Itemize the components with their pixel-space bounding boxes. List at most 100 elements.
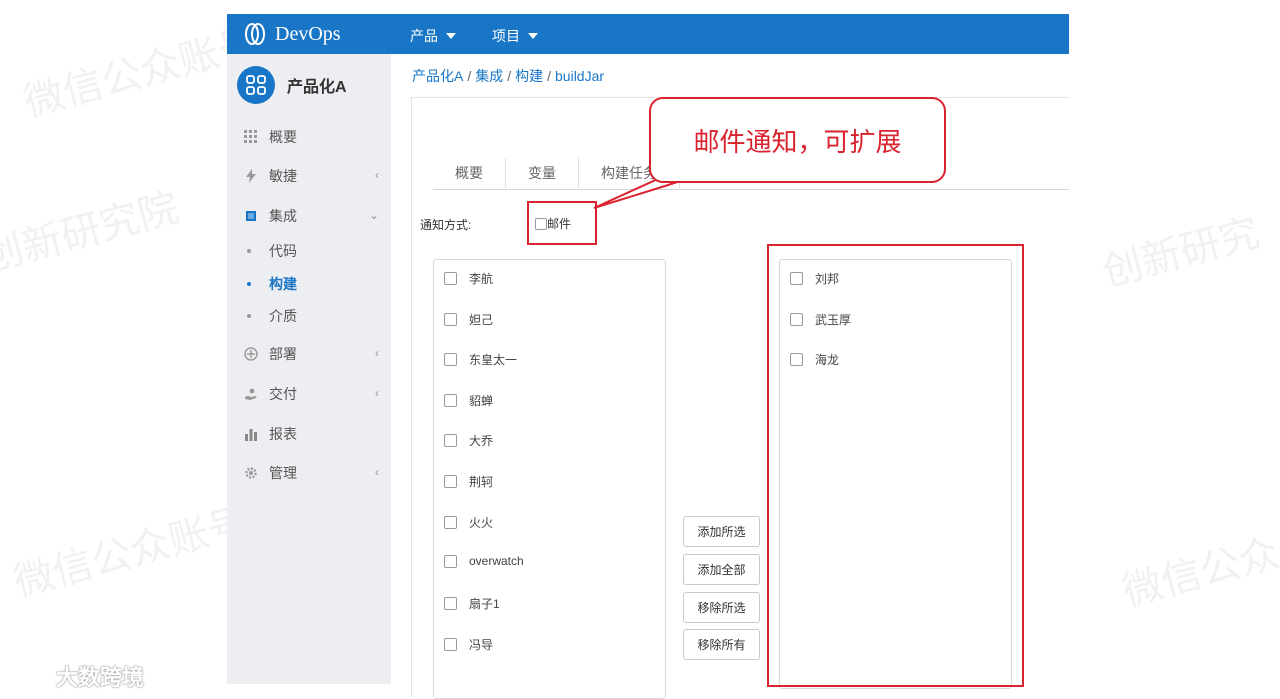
user-name: 李航 — [469, 272, 494, 286]
list-item[interactable]: overwatch — [444, 554, 524, 568]
project-avatar — [237, 66, 275, 104]
watermark-text: 微信公众账号 — [9, 500, 253, 606]
user-checkbox[interactable] — [444, 516, 457, 529]
add-selected-button[interactable]: 添加所选 — [683, 516, 760, 547]
sidebar-item-report[interactable]: 报表 — [243, 423, 383, 445]
tab-overview[interactable]: 概要 — [433, 158, 506, 188]
sidebar-item-label: 敏捷 — [269, 168, 297, 184]
app-title: DevOps — [275, 22, 341, 45]
breadcrumb-separator: / — [547, 68, 552, 84]
user-checkbox[interactable] — [444, 313, 457, 326]
hand-icon — [243, 386, 259, 402]
list-item[interactable]: 妲己 — [444, 311, 493, 328]
user-name: 大乔 — [469, 434, 494, 448]
sidebar-subitem-label: 构建 — [269, 276, 297, 292]
sidebar-item-label: 管理 — [269, 465, 297, 481]
caret-down-icon — [528, 33, 538, 39]
nav-menu-project[interactable]: 项目 — [492, 26, 538, 46]
breadcrumb-separator: / — [467, 68, 472, 84]
user-checkbox[interactable] — [444, 434, 457, 447]
sidebar-item-label: 报表 — [269, 426, 297, 442]
email-highlight-box — [527, 201, 597, 245]
list-item[interactable]: 冯导 — [444, 636, 493, 653]
sidebar-subitem-label: 代码 — [269, 243, 297, 259]
chevron-left-icon: ‹ — [375, 346, 379, 360]
breadcrumb: 产品化A / 集成 / 构建 / buildJar — [412, 66, 604, 86]
sidebar-item-label: 概要 — [269, 129, 297, 145]
nav-menu-label: 产品 — [410, 28, 438, 44]
breadcrumb-link[interactable]: 产品化A — [412, 68, 463, 84]
available-users-list[interactable]: 李航 妲己 东皇太一 貂蝉 大乔 荆轲 火火 overwatch 扇子1 冯导 — [433, 259, 666, 699]
list-item[interactable]: 李航 — [444, 270, 493, 287]
bullet-icon — [247, 249, 251, 253]
sidebar-item-deploy[interactable]: 部署 ‹ — [243, 343, 383, 365]
list-item[interactable]: 火火 — [444, 514, 493, 531]
user-checkbox[interactable] — [444, 353, 457, 366]
grid-icon — [243, 129, 259, 145]
watermark-text: 创新研究院 — [0, 185, 184, 280]
sidebar-item-label: 部署 — [269, 346, 297, 362]
user-checkbox[interactable] — [444, 554, 457, 568]
user-checkbox[interactable] — [444, 475, 457, 488]
sidebar: 产品化A 概要 敏捷 ‹ 集成 ⌄ 代码 构建 介质 部署 ‹ 交付 ‹ 报表 … — [227, 54, 391, 684]
user-name: 妲己 — [469, 313, 494, 327]
user-name: overwatch — [469, 554, 524, 568]
footer-brand-text: 大数跨境 — [56, 665, 145, 690]
chevron-left-icon: ‹ — [375, 386, 379, 400]
breadcrumb-link[interactable]: 集成 — [475, 68, 503, 84]
chip-icon — [243, 208, 259, 224]
user-name: 冯导 — [469, 638, 494, 652]
remove-selected-button[interactable]: 移除所选 — [683, 592, 760, 623]
top-navbar: DevOps 产品 项目 — [227, 14, 1069, 54]
footer-brand: 大数跨境 — [6, 660, 144, 692]
sidebar-subitem-build[interactable]: 构建 — [247, 274, 297, 294]
sidebar-item-label: 集成 — [269, 208, 297, 224]
devops-logo-icon — [243, 22, 267, 46]
breadcrumb-link[interactable]: 构建 — [515, 68, 543, 84]
lightning-icon — [243, 168, 259, 184]
user-name: 火火 — [469, 516, 494, 530]
caret-down-icon — [446, 33, 456, 39]
sidebar-item-integration[interactable]: 集成 ⌄ — [243, 205, 383, 227]
list-item[interactable]: 东皇太一 — [444, 351, 517, 368]
sidebar-item-deliver[interactable]: 交付 ‹ — [243, 383, 383, 405]
nav-menu-product[interactable]: 产品 — [410, 26, 456, 46]
notify-method-label: 通知方式: — [420, 218, 472, 232]
target-icon — [243, 346, 259, 362]
sidebar-subitem-code[interactable]: 代码 — [247, 241, 297, 261]
project-header[interactable]: 产品化A — [237, 66, 347, 104]
list-item[interactable]: 貂蝉 — [444, 392, 493, 409]
sidebar-item-overview[interactable]: 概要 — [243, 126, 383, 148]
user-checkbox[interactable] — [444, 394, 457, 407]
sidebar-subitem-media[interactable]: 介质 — [247, 306, 297, 326]
breadcrumb-separator: / — [507, 68, 512, 84]
selected-list-highlight-box — [767, 244, 1024, 687]
watermark-text: 创新研究 — [1098, 210, 1265, 295]
remove-all-button[interactable]: 移除所有 — [683, 629, 760, 660]
user-checkbox[interactable] — [444, 597, 457, 610]
bar-chart-icon — [243, 426, 259, 442]
tab-variables[interactable]: 变量 — [506, 158, 579, 188]
list-item[interactable]: 大乔 — [444, 432, 493, 449]
user-checkbox[interactable] — [444, 638, 457, 651]
sidebar-item-agile[interactable]: 敏捷 ‹ — [243, 165, 383, 187]
user-checkbox[interactable] — [444, 272, 457, 285]
list-item[interactable]: 扇子1 — [444, 595, 500, 612]
bullet-icon — [247, 282, 251, 286]
sidebar-item-label: 交付 — [269, 386, 297, 402]
nav-menu-label: 项目 — [492, 28, 520, 44]
user-name: 东皇太一 — [469, 353, 518, 367]
chevron-left-icon: ‹ — [375, 465, 379, 479]
project-name: 产品化A — [287, 79, 347, 96]
gear-icon — [243, 465, 259, 481]
sidebar-item-manage[interactable]: 管理 ‹ — [243, 462, 383, 484]
user-name: 扇子1 — [469, 597, 500, 611]
chevron-left-icon: ‹ — [375, 168, 379, 182]
breadcrumb-current: buildJar — [555, 68, 605, 84]
app-logo[interactable]: DevOps — [243, 20, 341, 48]
apps-icon — [246, 75, 266, 95]
add-all-button[interactable]: 添加全部 — [683, 554, 760, 585]
list-item[interactable]: 荆轲 — [444, 473, 493, 490]
bullet-icon — [247, 314, 251, 318]
annotation-callout: 邮件通知，可扩展 — [649, 97, 946, 183]
